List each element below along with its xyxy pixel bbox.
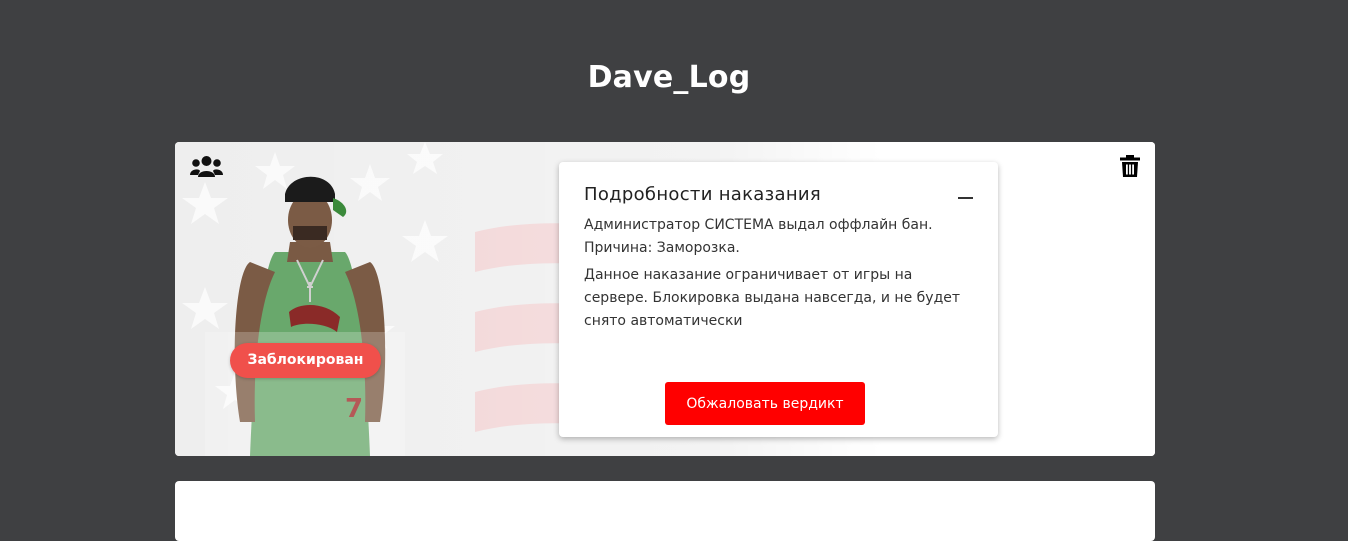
details-title: Подробности наказания [584,184,822,205]
player-skin-image: 7 [205,176,405,456]
appeal-verdict-button[interactable]: Обжаловать вердикт [665,382,865,425]
admin-action-text: Администратор СИСТЕМА выдал оффлайн бан. [584,217,933,233]
description-text: Данное наказание ограничивает от игры на… [584,267,961,329]
punishment-card: 7 Заблокирован Подробности наказания Адм… [175,142,1155,456]
trash-icon[interactable] [1120,155,1140,177]
page-title: Dave_Log [587,60,751,95]
status-badge: Заблокирован [230,343,381,378]
minus-icon[interactable] [958,197,973,199]
secondary-card [175,481,1155,541]
reason-text: Причина: Заморозка. [584,240,740,256]
punishment-details-panel: Подробности наказания Администратор СИСТ… [559,162,998,437]
